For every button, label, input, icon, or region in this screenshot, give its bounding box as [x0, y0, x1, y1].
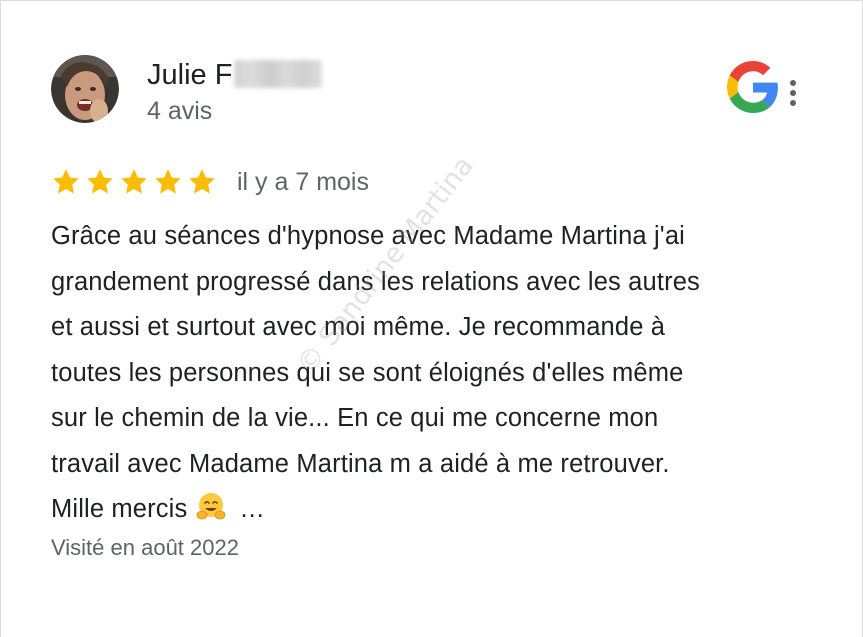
review-text-line: toutes les personnes qui se sont éloigné…	[51, 351, 841, 397]
review-text-line: travail avec Madame Martina m a aidé à m…	[51, 442, 841, 488]
review-line-text: Grâce au séances d'hypnose avec Madame M…	[51, 222, 685, 250]
star-icon	[189, 169, 215, 194]
review-text-line: et aussi et surtout avec moi même. Je re…	[51, 305, 841, 351]
review-text-line: grandement progressé dans les relations …	[51, 260, 841, 306]
review-line-text: grandement progressé dans les relations …	[51, 267, 700, 296]
review-date: il y a 7 mois	[237, 168, 369, 196]
star-icon	[155, 169, 181, 194]
visit-date: Visité en août 2022	[51, 535, 239, 560]
rating-row: il y a 7 mois	[51, 165, 369, 199]
more-vertical-icon[interactable]	[781, 77, 805, 109]
review-text-line: sur le chemin de la vie... En ce qui me …	[51, 396, 841, 442]
reviewer-review-count: 4 avis	[147, 97, 213, 125]
review-line-text: sur le chemin de la vie... En ce qui me …	[51, 404, 659, 432]
google-logo-icon	[727, 61, 779, 113]
star-icon	[87, 169, 113, 194]
review-line-text: toutes les personnes qui se sont éloigné…	[51, 358, 684, 387]
review-text-line: Mille mercis …	[51, 487, 841, 533]
star-icon	[121, 169, 147, 194]
review-line-text: et aussi et surtout avec moi même. Je re…	[51, 313, 666, 341]
hugging-face-emoji-icon	[196, 493, 226, 520]
name-redaction-blur	[234, 60, 323, 88]
review-line-text: travail avec Madame Martina m a aidé à m…	[51, 449, 670, 478]
review-card: Julie F 4 avis il y a 7 mois Grâce au sé…	[0, 0, 863, 637]
reviewer-name-text: Julie F	[147, 59, 233, 91]
reviewer-name[interactable]: Julie F	[147, 59, 323, 91]
read-more-ellipsis[interactable]: …	[239, 495, 265, 523]
star-rating	[51, 167, 217, 197]
review-text: Grâce au séances d'hypnose avec Madame M…	[51, 214, 841, 533]
reviewer-avatar[interactable]	[51, 55, 119, 123]
star-icon	[53, 169, 79, 194]
avatar-photo	[51, 55, 119, 123]
review-text-line: Grâce au séances d'hypnose avec Madame M…	[51, 214, 841, 260]
review-line-text: Mille mercis	[51, 495, 188, 523]
